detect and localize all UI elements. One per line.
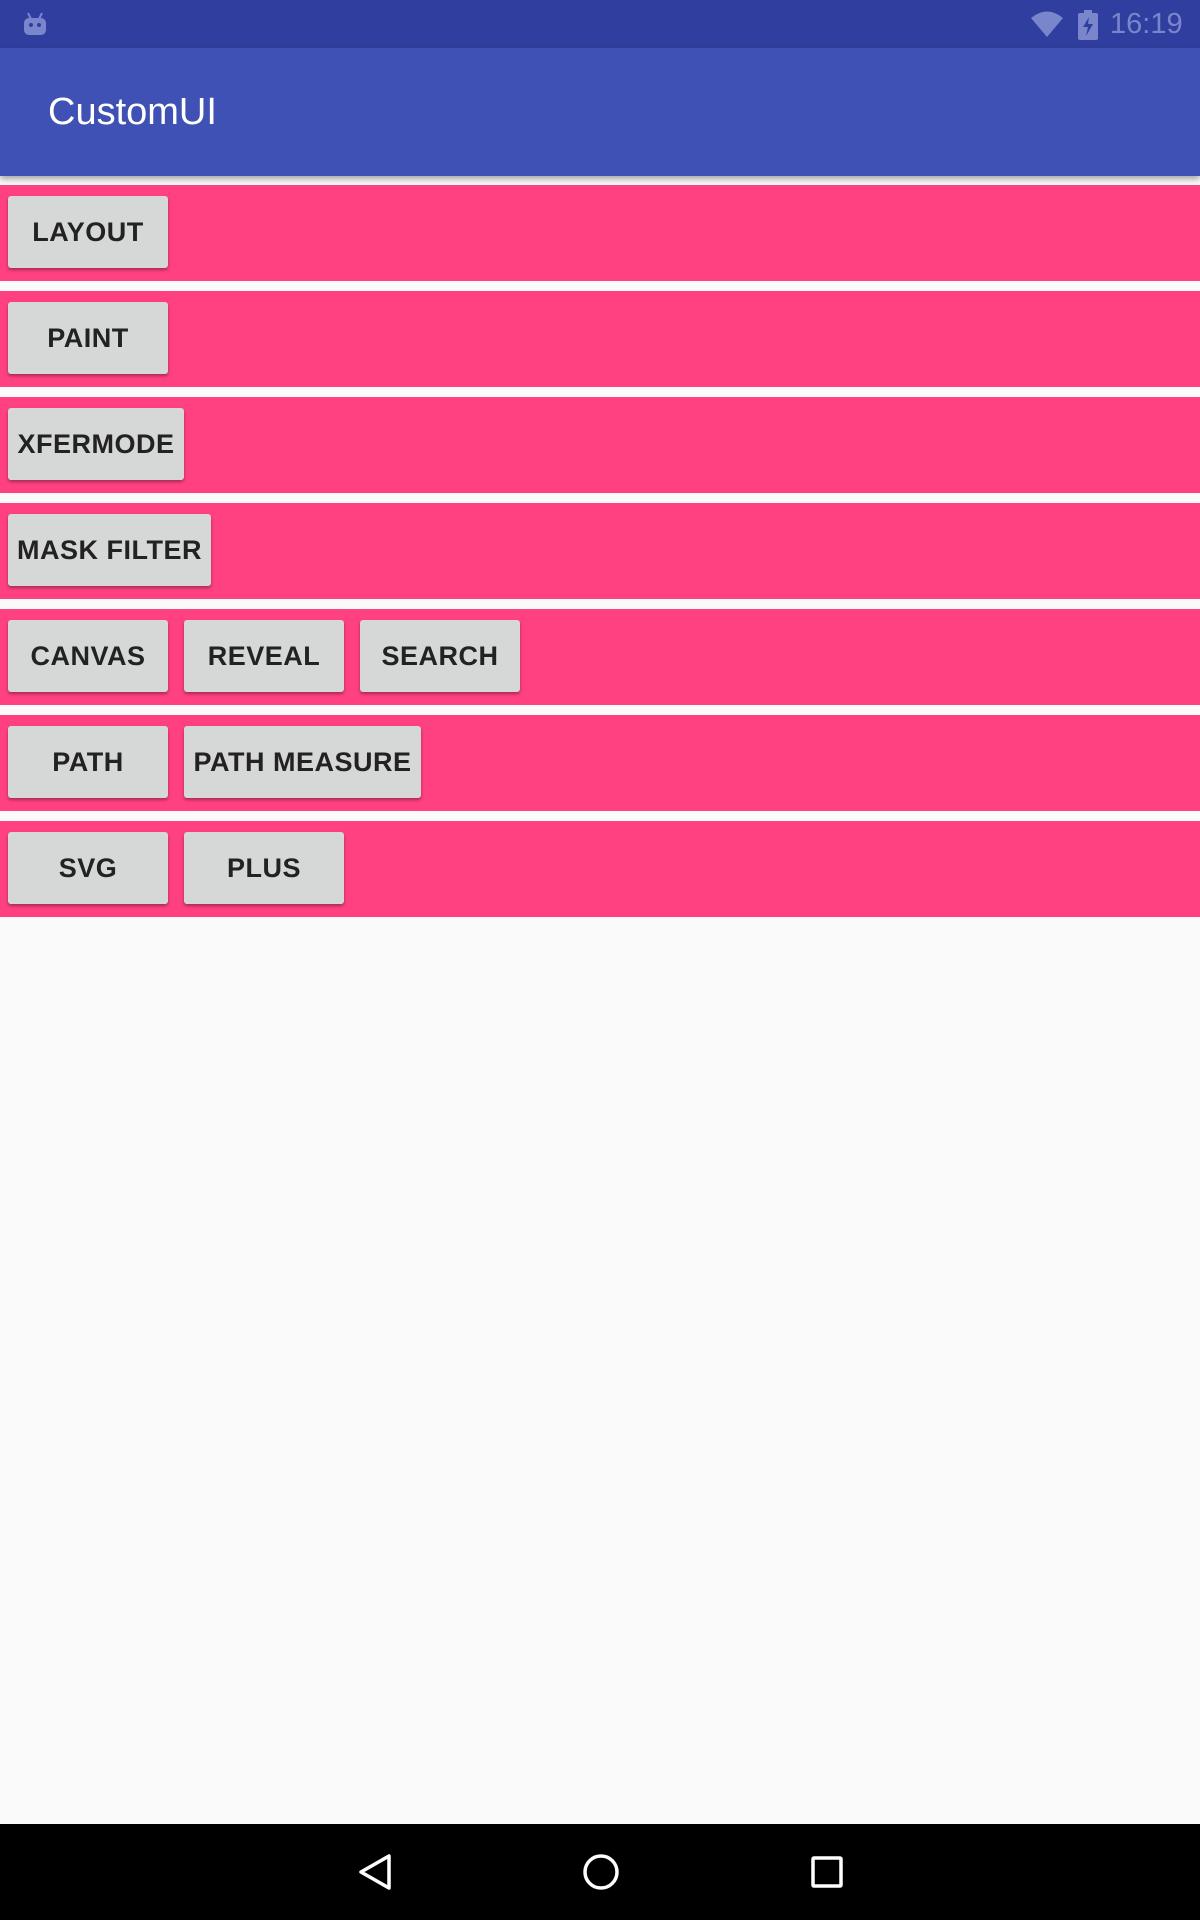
svg-button[interactable]: SVG [8, 832, 168, 904]
recents-icon[interactable] [799, 1844, 855, 1900]
button-row-7: SVG PLUS [0, 821, 1200, 917]
button-row-5: CANVAS REVEAL SEARCH [0, 609, 1200, 705]
path-measure-button[interactable]: PATH MEASURE [184, 726, 421, 798]
xfermode-button[interactable]: XFERMODE [8, 408, 184, 480]
navigation-bar [0, 1824, 1200, 1920]
plus-button[interactable]: PLUS [184, 832, 344, 904]
button-row-2: PAINT [0, 291, 1200, 387]
app-title: CustomUI [48, 91, 217, 133]
button-row-3: XFERMODE [0, 397, 1200, 493]
button-row-4: MASK FILTER [0, 503, 1200, 599]
battery-charging-icon [1078, 10, 1098, 40]
status-bar: 16:19 [0, 0, 1200, 48]
paint-button[interactable]: PAINT [8, 302, 168, 374]
mask-filter-button[interactable]: MASK FILTER [8, 514, 211, 586]
button-row-1: LAYOUT [0, 185, 1200, 281]
back-icon[interactable] [347, 1844, 403, 1900]
android-icon [24, 12, 46, 35]
search-button[interactable]: SEARCH [360, 620, 520, 692]
path-button[interactable]: PATH [8, 726, 168, 798]
status-clock: 16:19 [1110, 8, 1183, 40]
button-row-6: PATH PATH MEASURE [0, 715, 1200, 811]
reveal-button[interactable]: REVEAL [184, 620, 344, 692]
layout-button[interactable]: LAYOUT [8, 196, 168, 268]
app-bar: CustomUI [0, 48, 1200, 176]
home-icon[interactable] [573, 1844, 629, 1900]
wifi-icon [1031, 11, 1063, 37]
canvas-button[interactable]: CANVAS [8, 620, 168, 692]
